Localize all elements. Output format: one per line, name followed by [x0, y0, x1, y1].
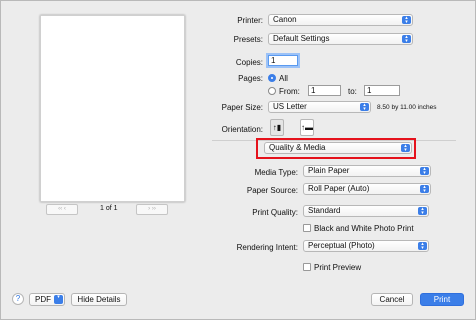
print-quality-popup[interactable]: Standard ▴ ▾: [303, 205, 429, 217]
copies-label: Copies:: [235, 58, 263, 67]
landscape-icon: ↑▬: [301, 123, 313, 132]
chevron-updown-icon: ▴ ▾: [420, 185, 429, 194]
paper-size-label: Paper Size:: [221, 103, 263, 112]
preview-next-button[interactable]: › ››: [136, 204, 168, 215]
page-indicator: 1 of 1: [100, 205, 118, 212]
chevron-updown-icon: ▴ ▾: [402, 16, 411, 25]
printer-popup[interactable]: Canon ▴ ▾: [268, 14, 413, 26]
pages-all-radio[interactable]: [268, 74, 276, 82]
printer-label: Printer:: [237, 16, 263, 25]
section-popup[interactable]: Quality & Media ▴ ▾: [264, 142, 412, 154]
presets-popup[interactable]: Default Settings ▴ ▾: [268, 33, 413, 45]
print-button[interactable]: Print: [420, 293, 464, 306]
pdf-label: PDF: [35, 295, 51, 304]
chevron-updown-icon: ▴ ▾: [418, 207, 427, 216]
paper-source-value: Roll Paper (Auto): [308, 184, 370, 193]
portrait-icon: ↑▮: [272, 123, 282, 132]
paper-source-label: Paper Source:: [246, 186, 298, 195]
paper-source-popup[interactable]: Roll Paper (Auto) ▴ ▾: [303, 183, 431, 195]
printer-value: Canon: [273, 15, 297, 24]
pdf-menu-button[interactable]: PDF ▾: [29, 293, 65, 306]
media-type-label: Media Type:: [254, 168, 298, 177]
print-preview-checkbox[interactable]: [303, 263, 311, 271]
portrait-orientation-button[interactable]: ↑▮: [270, 119, 284, 136]
media-type-popup[interactable]: Plain Paper ▴ ▾: [303, 165, 431, 177]
pages-to-label: to:: [348, 87, 357, 96]
paper-size-value: US Letter: [273, 102, 307, 111]
chevron-updown-icon: ▴ ▾: [402, 35, 411, 44]
landscape-orientation-button[interactable]: ↑▬: [300, 119, 314, 136]
help-button[interactable]: ?: [12, 293, 24, 305]
print-quality-label: Print Quality:: [252, 208, 298, 217]
hide-details-button[interactable]: Hide Details: [71, 293, 127, 306]
pages-from-label: From:: [279, 87, 300, 96]
pages-to-input[interactable]: 1: [364, 85, 400, 96]
bw-photo-label: Black and White Photo Print: [314, 224, 414, 233]
pages-from-radio[interactable]: [268, 87, 276, 95]
media-type-value: Plain Paper: [308, 166, 350, 175]
rendering-intent-popup[interactable]: Perceptual (Photo) ▴ ▾: [303, 240, 429, 252]
section-popup-value: Quality & Media: [269, 143, 326, 152]
paper-size-popup[interactable]: US Letter ▴ ▾: [268, 101, 371, 113]
copies-input[interactable]: 1: [268, 55, 298, 66]
chevron-updown-icon: ▴ ▾: [420, 167, 429, 176]
pages-from-input[interactable]: 1: [308, 85, 341, 96]
chevron-down-icon: ▾: [54, 295, 63, 304]
pages-label: Pages:: [238, 74, 263, 83]
chevron-updown-icon: ▴ ▾: [401, 144, 410, 153]
paper-dimensions: 8.50 by 11.00 inches: [377, 104, 437, 111]
rendering-intent-value: Perceptual (Photo): [308, 241, 375, 250]
bw-photo-checkbox[interactable]: [303, 224, 311, 232]
print-quality-value: Standard: [308, 206, 341, 215]
print-preview-label: Print Preview: [314, 263, 362, 272]
rendering-intent-label: Rendering Intent:: [236, 243, 298, 252]
orientation-label: Orientation:: [221, 125, 263, 134]
pages-all-label: All: [279, 74, 288, 83]
presets-label: Presets:: [233, 35, 263, 44]
chevron-updown-icon: ▴ ▾: [418, 242, 427, 251]
presets-value: Default Settings: [273, 34, 330, 43]
cancel-button[interactable]: Cancel: [371, 293, 413, 306]
page-preview: [40, 15, 185, 202]
preview-prev-button[interactable]: ‹‹ ‹: [46, 204, 78, 215]
chevron-updown-icon: ▴ ▾: [360, 103, 369, 112]
